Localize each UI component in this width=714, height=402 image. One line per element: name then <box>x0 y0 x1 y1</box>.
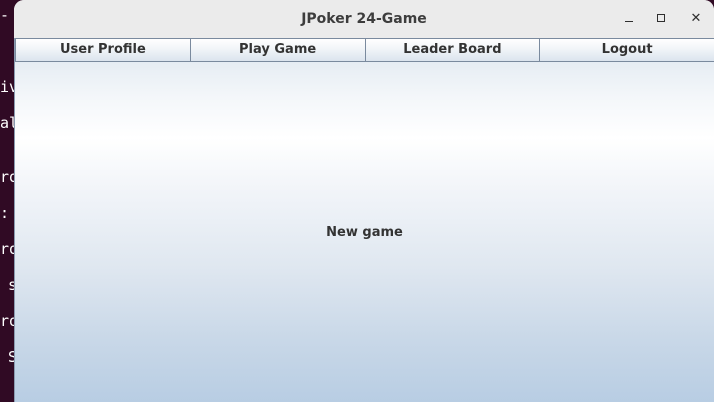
background-terminal: - iv al ro : ro s ro S <box>0 0 14 402</box>
close-button[interactable]: ✕ <box>686 9 706 29</box>
close-icon: ✕ <box>690 11 702 26</box>
menu-bar: User Profile Play Game Leader Board Logo… <box>15 38 714 63</box>
terminal-text: ro <box>0 240 14 258</box>
app-window: JPoker 24-Game ✕ User Profile Play Game … <box>14 0 714 402</box>
terminal-text: : <box>0 204 10 222</box>
play-game-button[interactable]: Play Game <box>190 38 366 62</box>
game-status-label: New game <box>326 225 403 240</box>
minimize-button[interactable] <box>619 9 639 29</box>
terminal-text: - <box>0 6 10 24</box>
maximize-button[interactable] <box>652 9 672 29</box>
terminal-text: al <box>0 114 14 132</box>
title-bar[interactable]: JPoker 24-Game ✕ <box>14 0 714 38</box>
maximize-icon <box>657 14 665 22</box>
terminal-text: iv <box>0 78 14 96</box>
logout-button[interactable]: Logout <box>540 38 714 62</box>
main-panel: User Profile Play Game Leader Board Logo… <box>14 38 714 402</box>
terminal-text: ro <box>0 312 14 330</box>
terminal-text: ro <box>0 168 14 186</box>
minimize-icon <box>625 21 633 22</box>
user-profile-button[interactable]: User Profile <box>15 38 191 62</box>
window-title: JPoker 24-Game <box>301 11 427 27</box>
leader-board-button[interactable]: Leader Board <box>365 38 541 62</box>
